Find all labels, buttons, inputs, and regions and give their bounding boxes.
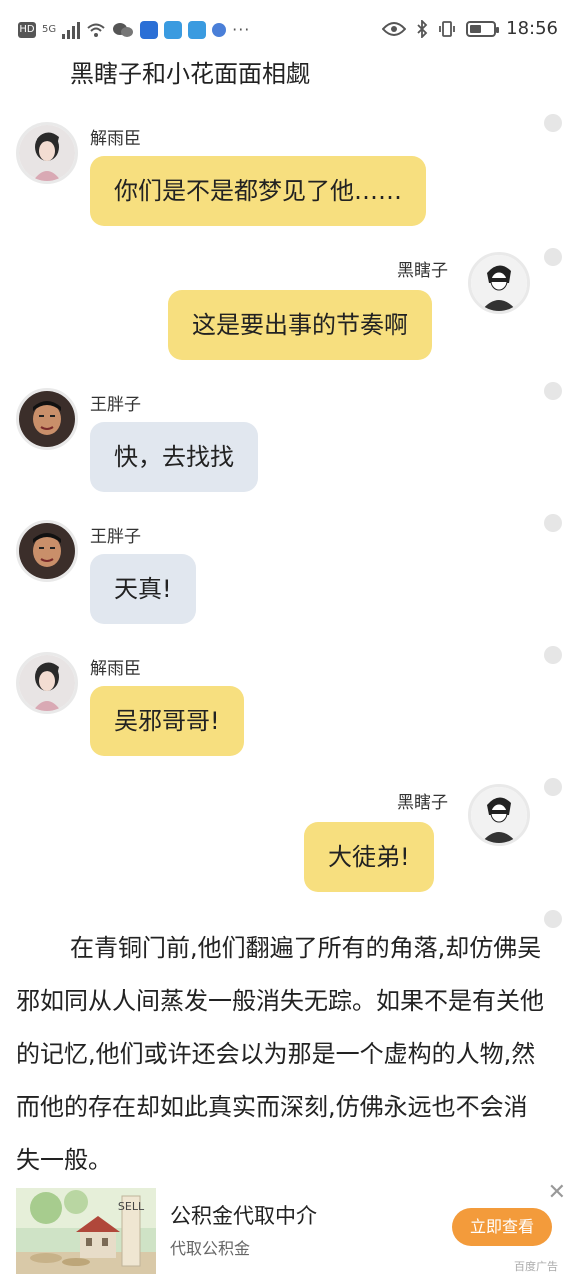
xie-yuchen-avatar[interactable] (16, 122, 78, 184)
chat-message: 王胖子 天真! (0, 512, 576, 630)
chat-message: 黑瞎子 大徒弟! (0, 778, 576, 898)
ad-title[interactable]: 公积金代取中介 (170, 1200, 317, 1230)
hei-xiazi-avatar[interactable] (468, 784, 530, 846)
ad-subtitle: 代取公积金 (170, 1239, 251, 1258)
browser-app-icon-2 (188, 20, 207, 39)
sender-name: 王胖子 (90, 527, 141, 547)
battery-icon (466, 20, 500, 37)
chapter-title: 黑瞎子和小花面面相觑 (70, 60, 310, 88)
message-dot[interactable] (544, 514, 562, 532)
message-dot[interactable] (544, 382, 562, 400)
network-type: 5G (42, 24, 57, 35)
sender-name: 解雨臣 (90, 659, 141, 679)
paragraph-dot[interactable] (544, 910, 562, 928)
ad-view-button[interactable]: 立即查看 (452, 1208, 552, 1246)
globe-app-icon (212, 22, 227, 37)
hd-icon: HD (18, 21, 36, 38)
bluetooth-icon (417, 19, 428, 38)
message-dot[interactable] (544, 248, 562, 266)
signal-icon (62, 21, 81, 39)
ad-banner[interactable]: SELL 公积金代取中介 代取公积金 立即查看 ✕ 百度广告 (0, 1178, 576, 1280)
browser-app-icon (164, 20, 183, 39)
sender-name: 解雨臣 (90, 129, 141, 149)
wechat-icon (113, 22, 134, 37)
chat-message: 解雨臣 吴邪哥哥! (0, 644, 576, 762)
chat-message: 王胖子 快，去找找 (0, 380, 576, 498)
hei-xiazi-avatar[interactable] (468, 252, 530, 314)
ad-image[interactable]: SELL (16, 1188, 156, 1274)
wang-pangzi-avatar[interactable] (16, 388, 78, 450)
wang-pangzi-avatar[interactable] (16, 520, 78, 582)
message-bubble[interactable]: 你们是不是都梦见了他…… (90, 156, 426, 226)
battery-level (470, 24, 482, 33)
chat-message: 解雨臣 你们是不是都梦见了他…… (0, 114, 576, 234)
message-bubble[interactable]: 大徒弟! (304, 822, 434, 892)
ad-close-icon[interactable]: ✕ (548, 1180, 566, 1205)
message-dot[interactable] (544, 646, 562, 664)
message-bubble[interactable]: 天真! (90, 554, 196, 624)
wifi-icon (87, 23, 105, 37)
message-bubble[interactable]: 快，去找找 (90, 422, 258, 492)
status-time: 18:56 (506, 18, 558, 39)
message-bubble[interactable]: 这是要出事的节奏啊 (168, 290, 432, 360)
message-bubble[interactable]: 吴邪哥哥! (90, 686, 244, 756)
more-notifications-icon: ··· (232, 20, 251, 39)
shield-app-icon (140, 20, 159, 39)
message-dot[interactable] (544, 778, 562, 796)
narration-paragraph: 在青铜门前,他们翻遍了所有的角落,却仿佛吴邪如同从人间蒸发一般消失无踪。如果不是… (16, 934, 544, 1174)
chat-message: 黑瞎子 这是要出事的节奏啊 (0, 246, 576, 366)
sender-name: 黑瞎子 (397, 261, 448, 281)
ad-source-label: 百度广告 (514, 1260, 558, 1273)
sender-name: 黑瞎子 (397, 793, 448, 813)
eye-icon (382, 21, 407, 36)
sender-name: 王胖子 (90, 395, 141, 415)
vibrate-icon (439, 20, 456, 37)
message-dot[interactable] (544, 114, 562, 132)
xie-yuchen-avatar[interactable] (16, 652, 78, 714)
status-bar: HD 5G ··· 18:56 (0, 0, 576, 60)
ad-image-sign: SELL (118, 1200, 145, 1213)
